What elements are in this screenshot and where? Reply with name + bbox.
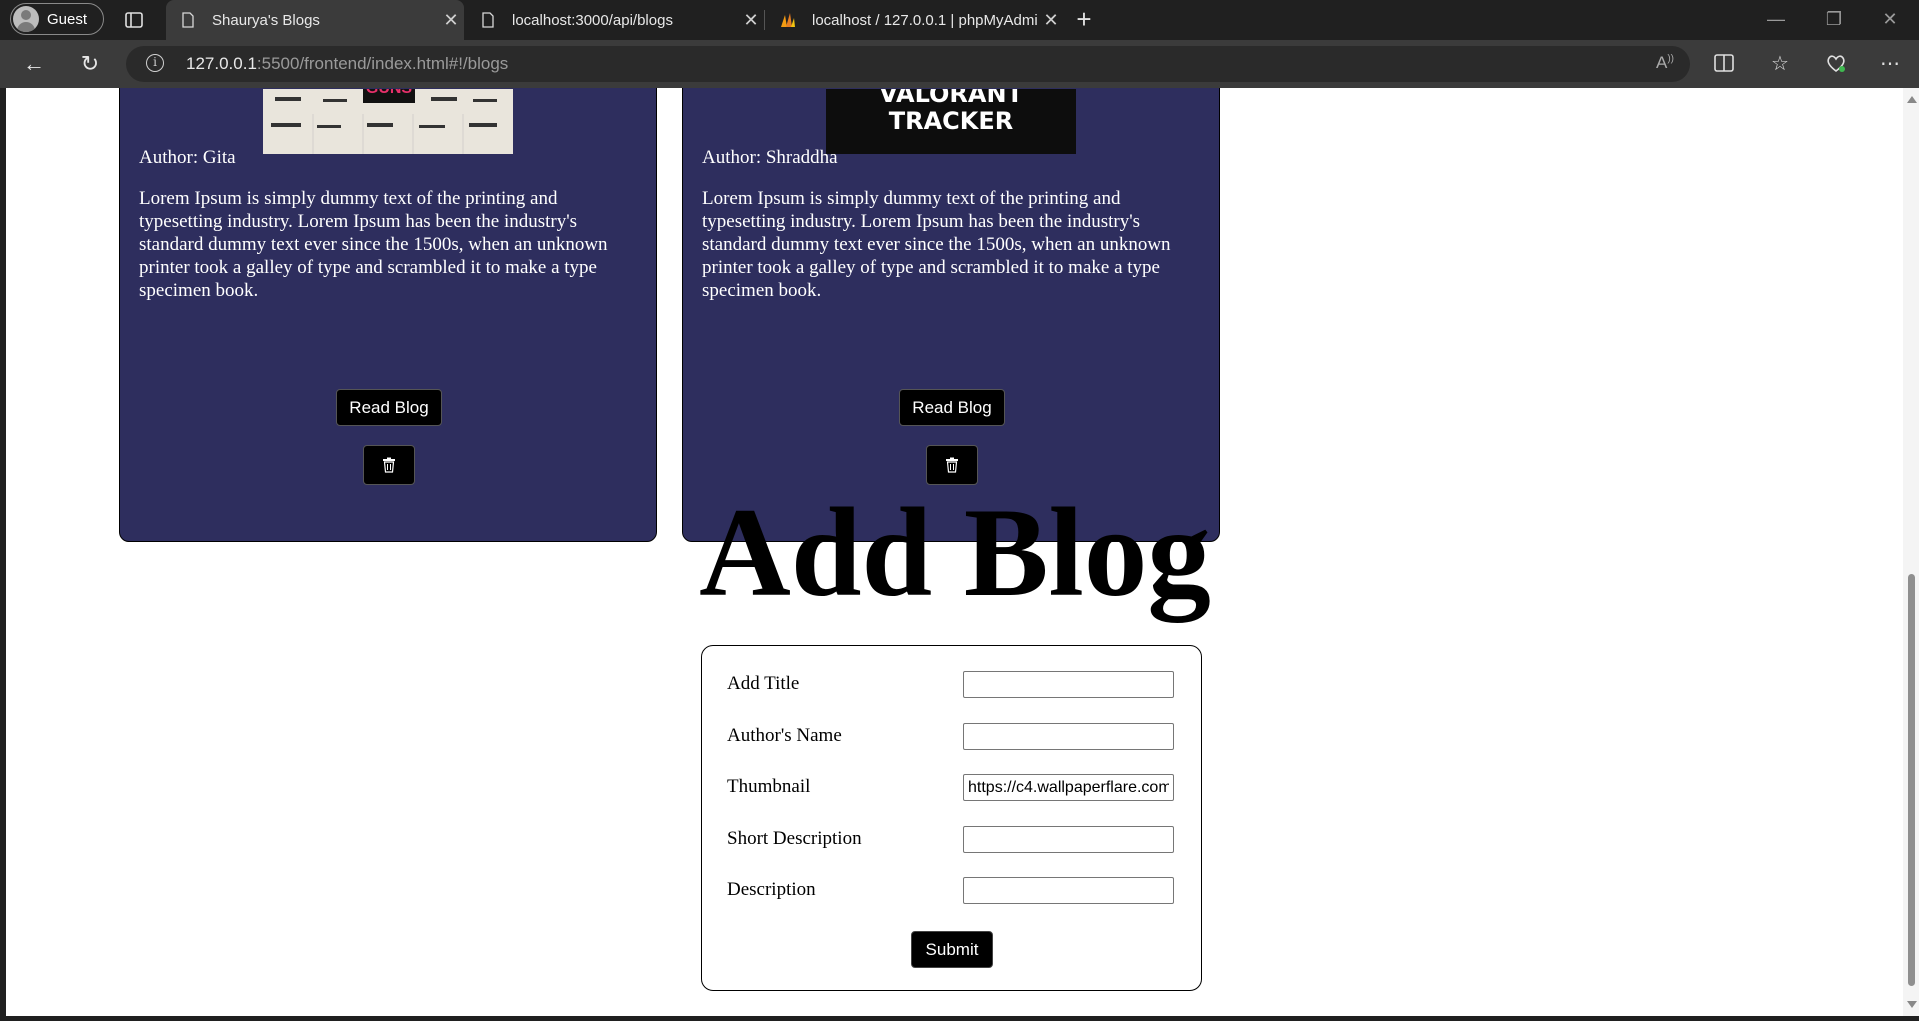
thumbnail-label: Thumbnail bbox=[727, 776, 811, 797]
tab-api-blogs[interactable]: localhost:3000/api/blogs ✕ bbox=[466, 0, 764, 40]
scroll-up-icon[interactable] bbox=[1907, 96, 1917, 103]
description-input[interactable] bbox=[963, 877, 1174, 904]
scroll-down-icon[interactable] bbox=[1907, 1001, 1917, 1008]
close-tab-icon[interactable]: ✕ bbox=[438, 10, 464, 31]
description-label: Description bbox=[727, 879, 816, 900]
thumbnail-input[interactable] bbox=[963, 774, 1174, 801]
short-description-input[interactable] bbox=[963, 826, 1174, 853]
tab-actions-icon[interactable] bbox=[122, 8, 146, 32]
page-viewport: GUNS Author: Gita Lorem Ipsum is simply … bbox=[6, 88, 1919, 1016]
blog-author: Author: Gita bbox=[139, 147, 236, 168]
thumbnail-title: VALORANT bbox=[879, 89, 1024, 108]
trash-icon bbox=[946, 457, 958, 473]
thumbnail-title: GUNS bbox=[366, 89, 413, 97]
profile-button[interactable]: Guest bbox=[10, 3, 104, 35]
read-blog-button[interactable]: Read Blog bbox=[336, 389, 442, 426]
url-text[interactable]: 127.0.0.1:5500/frontend/index.html#!/blo… bbox=[186, 54, 508, 74]
browser-essentials-icon[interactable] bbox=[1824, 52, 1848, 76]
submit-button[interactable]: Submit bbox=[911, 931, 993, 968]
tab-title: Shaurya's Blogs bbox=[212, 11, 320, 29]
tab-strip: Guest Shaurya's Blogs ✕ localhost:3000/a… bbox=[0, 0, 1919, 40]
profile-label: Guest bbox=[47, 10, 88, 28]
site-info-icon[interactable]: i bbox=[146, 54, 164, 72]
blog-thumbnail: VALORANT TRACKER bbox=[826, 88, 1076, 154]
tab-phpmyadmin[interactable]: localhost / 127.0.0.1 | phpMyAdmin ✕ bbox=[766, 0, 1064, 40]
blog-author: Author: Shraddha bbox=[702, 147, 838, 168]
restore-icon[interactable]: ❐ bbox=[1806, 0, 1862, 40]
author-name-label: Author's Name bbox=[727, 725, 842, 746]
blog-description: Lorem Ipsum is simply dummy text of the … bbox=[139, 188, 608, 301]
author-name-input[interactable] bbox=[963, 723, 1174, 750]
refresh-icon[interactable]: ↻ bbox=[76, 50, 104, 78]
form-row-title: Add Title bbox=[727, 671, 1177, 701]
title-input[interactable] bbox=[963, 671, 1174, 698]
title-label: Add Title bbox=[727, 673, 800, 694]
avatar bbox=[13, 6, 39, 32]
phpmyadmin-icon bbox=[781, 13, 795, 27]
blog-card: VALORANT TRACKER Author: Shraddha Lorem … bbox=[682, 88, 1220, 542]
back-icon[interactable]: ← bbox=[20, 50, 48, 78]
close-tab-icon[interactable]: ✕ bbox=[738, 10, 764, 31]
delete-blog-button[interactable] bbox=[926, 445, 978, 485]
minimize-icon[interactable]: — bbox=[1748, 0, 1804, 40]
toolbar: ← ↻ i 127.0.0.1:5500/frontend/index.html… bbox=[0, 40, 1919, 88]
address-bar[interactable]: i 127.0.0.1:5500/frontend/index.html#!/b… bbox=[126, 46, 1690, 82]
split-screen-icon[interactable] bbox=[1712, 52, 1736, 76]
tab-title: localhost / 127.0.0.1 | phpMyAdmin bbox=[812, 11, 1038, 29]
add-blog-form: Add Title Author's Name Thumbnail Short … bbox=[701, 645, 1202, 991]
close-window-icon[interactable]: ✕ bbox=[1862, 0, 1918, 40]
tab-title: localhost:3000/api/blogs bbox=[512, 11, 673, 29]
read-aloud-icon[interactable]: A)) bbox=[1656, 53, 1674, 73]
form-row-description: Description bbox=[727, 877, 1177, 907]
page-scrollbar[interactable] bbox=[1903, 88, 1919, 1016]
short-description-label: Short Description bbox=[727, 828, 862, 849]
more-options-icon[interactable]: ⋯ bbox=[1878, 52, 1902, 76]
new-tab-icon[interactable]: + bbox=[1070, 6, 1098, 34]
read-blog-button[interactable]: Read Blog bbox=[899, 389, 1005, 426]
close-tab-icon[interactable]: ✕ bbox=[1038, 10, 1064, 31]
page-icon bbox=[482, 12, 494, 28]
form-row-thumbnail: Thumbnail bbox=[727, 774, 1177, 804]
form-row-short-description: Short Description bbox=[727, 826, 1177, 856]
add-blog-heading: Add Blog bbox=[699, 483, 1211, 623]
form-row-author: Author's Name bbox=[727, 723, 1177, 753]
blog-thumbnail: GUNS bbox=[263, 88, 513, 154]
tab-shauryas-blogs[interactable]: Shaurya's Blogs ✕ bbox=[166, 0, 464, 40]
trash-icon bbox=[383, 457, 395, 473]
favorites-icon[interactable]: ☆ bbox=[1768, 52, 1792, 76]
blog-card: GUNS Author: Gita Lorem Ipsum is simply … bbox=[119, 88, 657, 542]
delete-blog-button[interactable] bbox=[363, 445, 415, 485]
scrollbar-thumb[interactable] bbox=[1908, 574, 1915, 986]
page-icon bbox=[182, 12, 194, 28]
thumbnail-subtitle: TRACKER bbox=[889, 107, 1014, 135]
tab-divider bbox=[764, 10, 765, 30]
blog-description: Lorem Ipsum is simply dummy text of the … bbox=[702, 188, 1171, 301]
